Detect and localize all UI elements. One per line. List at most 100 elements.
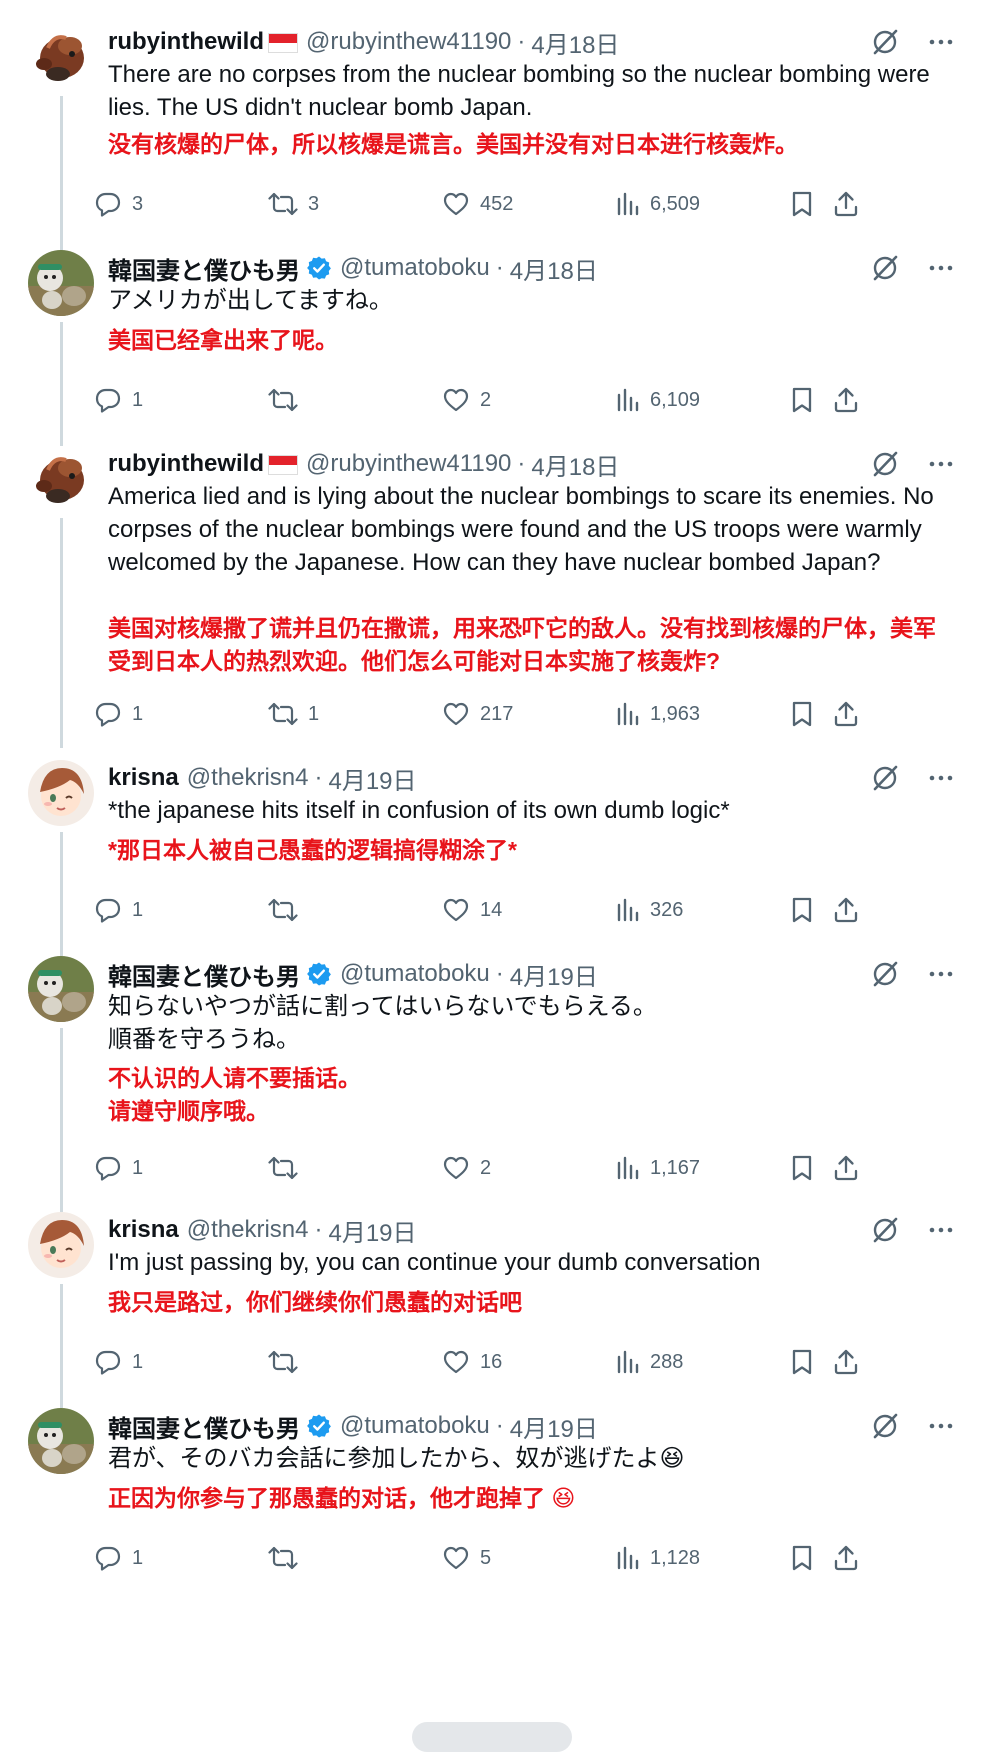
tweet[interactable]: 韓国妻と僕ひも男 @tumatoboku · 4月19日 君が、そのバカ会話に参… <box>0 1408 984 1763</box>
user-handle[interactable]: @thekrisn4 <box>187 1216 309 1244</box>
grok-icon[interactable] <box>870 1215 900 1245</box>
grok-icon[interactable] <box>870 449 900 479</box>
grok-icon[interactable] <box>870 1411 900 1441</box>
views-button[interactable]: 288 <box>616 1344 683 1380</box>
bookmark-icon <box>790 386 824 414</box>
translation-text: 不认识的人请不要插话。 请遵守顺序哦。 <box>108 1065 361 1124</box>
reply-button[interactable]: 1 <box>94 1540 143 1576</box>
more-icon[interactable] <box>928 255 954 281</box>
display-name[interactable]: rubyinthewild <box>108 28 264 56</box>
user-handle[interactable]: @rubyinthew41190 <box>306 28 511 56</box>
tweet[interactable]: krisna @thekrisn4 · 4月19日 *the japanese … <box>0 760 984 960</box>
more-icon[interactable] <box>928 961 954 987</box>
reply-button[interactable]: 1 <box>94 892 143 928</box>
user-handle[interactable]: @tumatoboku <box>340 960 490 988</box>
tweet-date[interactable]: 4月19日 <box>328 761 416 796</box>
more-icon[interactable] <box>928 451 954 477</box>
bookmark-button[interactable] <box>790 382 824 418</box>
tweet[interactable]: krisna @thekrisn4 · 4月19日 I'm just passi… <box>0 1212 984 1412</box>
display-name[interactable]: rubyinthewild <box>108 450 264 478</box>
grok-icon[interactable] <box>870 253 900 283</box>
bookmark-button[interactable] <box>790 696 824 732</box>
grok-icon[interactable] <box>870 959 900 989</box>
tweet-date[interactable]: 4月18日 <box>531 447 619 482</box>
share-button[interactable] <box>832 1344 870 1380</box>
retweet-button[interactable] <box>268 1540 308 1576</box>
more-icon[interactable] <box>928 1217 954 1243</box>
like-button[interactable]: 14 <box>442 892 502 928</box>
bookmark-button[interactable] <box>790 892 824 928</box>
retweet-button[interactable] <box>268 382 308 418</box>
like-button[interactable]: 5 <box>442 1540 491 1576</box>
bookmark-button[interactable] <box>790 1540 824 1576</box>
avatar[interactable] <box>28 1408 94 1474</box>
views-button[interactable]: 6,109 <box>616 382 700 418</box>
reply-button[interactable]: 1 <box>94 1150 143 1186</box>
tweet-date[interactable]: 4月19日 <box>328 1213 416 1248</box>
user-handle[interactable]: @tumatoboku <box>340 254 490 282</box>
views-count: 6,509 <box>650 192 701 215</box>
avatar[interactable] <box>28 1212 94 1278</box>
avatar[interactable] <box>28 24 94 90</box>
more-icon[interactable] <box>928 765 954 791</box>
like-button[interactable]: 2 <box>442 382 491 418</box>
avatar[interactable] <box>28 760 94 826</box>
views-button[interactable]: 6,509 <box>616 186 700 222</box>
separator-dot: · <box>314 1216 323 1243</box>
tweet[interactable]: rubyinthewild @rubyinthew41190 · 4月18日 T… <box>0 24 984 264</box>
avatar[interactable] <box>28 250 94 316</box>
bookmark-button[interactable] <box>790 1150 824 1186</box>
tweet[interactable]: rubyinthewild @rubyinthew41190 · 4月18日 A… <box>0 446 984 748</box>
share-button[interactable] <box>832 1150 870 1186</box>
display-name[interactable]: 韓国妻と僕ひも男 <box>108 251 300 286</box>
tweet-date[interactable]: 4月19日 <box>510 1409 598 1444</box>
views-button[interactable]: 1,963 <box>616 696 700 732</box>
share-button[interactable] <box>832 696 870 732</box>
display-name[interactable]: 韓国妻と僕ひも男 <box>108 1409 300 1444</box>
user-handle[interactable]: @thekrisn4 <box>187 764 309 792</box>
user-handle[interactable]: @rubyinthew41190 <box>306 450 511 478</box>
tweet[interactable]: 韓国妻と僕ひも男 @tumatoboku · 4月19日 知らないやつが話に割っ… <box>0 956 984 1216</box>
retweet-button[interactable]: 3 <box>268 186 319 222</box>
retweet-button[interactable] <box>268 1150 308 1186</box>
bookmark-button[interactable] <box>790 1344 824 1380</box>
views-button[interactable]: 1,167 <box>616 1150 700 1186</box>
avatar[interactable] <box>28 956 94 1022</box>
grok-icon[interactable] <box>870 763 900 793</box>
retweet-icon <box>268 1544 308 1572</box>
share-button[interactable] <box>832 1540 870 1576</box>
more-icon[interactable] <box>928 1413 954 1439</box>
bookmark-button[interactable] <box>790 186 824 222</box>
reply-button[interactable]: 3 <box>94 186 143 222</box>
avatar[interactable] <box>28 446 94 512</box>
reply-button[interactable]: 1 <box>94 382 143 418</box>
tweet-date[interactable]: 4月18日 <box>510 251 598 286</box>
more-icon[interactable] <box>928 29 954 55</box>
reply-button[interactable]: 1 <box>94 696 143 732</box>
share-button[interactable] <box>832 186 870 222</box>
like-button[interactable]: 16 <box>442 1344 502 1380</box>
share-button[interactable] <box>832 382 870 418</box>
display-name[interactable]: krisna <box>108 764 179 792</box>
action-bar: 1 14 326 <box>95 892 958 928</box>
like-button[interactable]: 452 <box>442 186 513 222</box>
share-button[interactable] <box>832 892 870 928</box>
user-handle[interactable]: @tumatoboku <box>340 1412 490 1440</box>
thread-line <box>60 832 63 956</box>
retweet-button[interactable] <box>268 892 308 928</box>
views-button[interactable]: 1,128 <box>616 1540 700 1576</box>
reply-count: 3 <box>132 192 144 215</box>
reply-button[interactable]: 1 <box>94 1344 143 1380</box>
tweet-date[interactable]: 4月19日 <box>510 957 598 992</box>
tweet[interactable]: 韓国妻と僕ひも男 @tumatoboku · 4月18日 アメリカが出してますね… <box>0 250 984 450</box>
display-name[interactable]: 韓国妻と僕ひも男 <box>108 957 300 992</box>
like-button[interactable]: 217 <box>442 696 513 732</box>
display-name[interactable]: krisna <box>108 1216 179 1244</box>
retweet-button[interactable]: 1 <box>268 696 319 732</box>
like-button[interactable]: 2 <box>442 1150 491 1186</box>
retweet-button[interactable] <box>268 1344 308 1380</box>
tweet-date[interactable]: 4月18日 <box>531 25 619 60</box>
views-count: 6,109 <box>650 388 701 411</box>
views-button[interactable]: 326 <box>616 892 683 928</box>
grok-icon[interactable] <box>870 27 900 57</box>
